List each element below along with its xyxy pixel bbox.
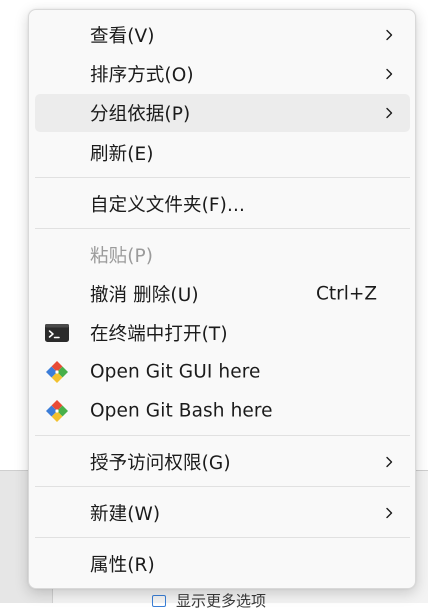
- menu-separator: [35, 228, 410, 229]
- terminal-icon: [45, 324, 69, 342]
- menu-item-label: 排序方式(O): [90, 65, 194, 86]
- menu-item-label: 授予访问权限(G): [90, 453, 231, 474]
- menu-item-customize-folder[interactable]: 自定义文件夹(F)...: [35, 185, 410, 223]
- menu-item-label: Open Git GUI here: [90, 361, 261, 383]
- menu-item-label: Open Git Bash here: [90, 400, 273, 422]
- chevron-right-icon: [386, 456, 393, 468]
- menu-item-label: 撤消 删除(U): [90, 285, 199, 306]
- menu-item-view[interactable]: 查看(V): [35, 16, 410, 54]
- menu-item-refresh[interactable]: 刷新(E): [35, 134, 410, 172]
- menu-item-label: 分组依据(P): [90, 104, 191, 125]
- menu-separator: [35, 435, 410, 436]
- menu-item-new[interactable]: 新建(W): [35, 494, 410, 532]
- menu-item-open-git-gui[interactable]: Open Git GUI here: [35, 353, 410, 391]
- menu-item-label: 粘贴(P): [90, 246, 154, 267]
- git-icon: [46, 400, 68, 422]
- menu-item-sort-by[interactable]: 排序方式(O): [35, 55, 410, 93]
- show-more-options-label: 显示更多选项: [176, 592, 267, 610]
- menu-item-label: 新建(W): [90, 504, 161, 525]
- chevron-right-icon: [386, 107, 393, 119]
- menu-item-undo-delete[interactable]: 撤消 删除(U) Ctrl+Z: [35, 275, 410, 313]
- show-more-options-behind: 显示更多选项: [152, 590, 266, 611]
- menu-separator: [35, 177, 410, 178]
- menu-item-paste: 粘贴(P): [35, 236, 410, 274]
- menu-separator: [35, 537, 410, 538]
- chevron-right-icon: [386, 29, 393, 41]
- menu-item-label: 刷新(E): [90, 144, 154, 165]
- git-icon: [46, 361, 68, 383]
- menu-item-open-git-bash[interactable]: Open Git Bash here: [35, 392, 410, 430]
- menu-item-label: 自定义文件夹(F)...: [90, 195, 245, 216]
- menu-item-properties[interactable]: 属性(R): [35, 545, 410, 583]
- menu-item-label: 属性(R): [90, 555, 155, 576]
- menu-item-group-by[interactable]: 分组依据(P): [35, 94, 410, 132]
- menu-item-give-access[interactable]: 授予访问权限(G): [35, 443, 410, 481]
- more-options-icon: [152, 594, 166, 607]
- menu-item-shortcut: Ctrl+Z: [316, 283, 378, 305]
- chevron-right-icon: [386, 507, 393, 519]
- menu-item-label: 查看(V): [90, 26, 155, 47]
- menu-item-open-in-terminal[interactable]: 在终端中打开(T): [35, 314, 410, 352]
- menu-separator: [35, 486, 410, 487]
- chevron-right-icon: [386, 68, 393, 80]
- context-menu: 查看(V) 排序方式(O) 分组依据(P) 刷新(E) 自定义文件夹(F)...…: [28, 9, 416, 589]
- menu-item-label: 在终端中打开(T): [90, 324, 228, 345]
